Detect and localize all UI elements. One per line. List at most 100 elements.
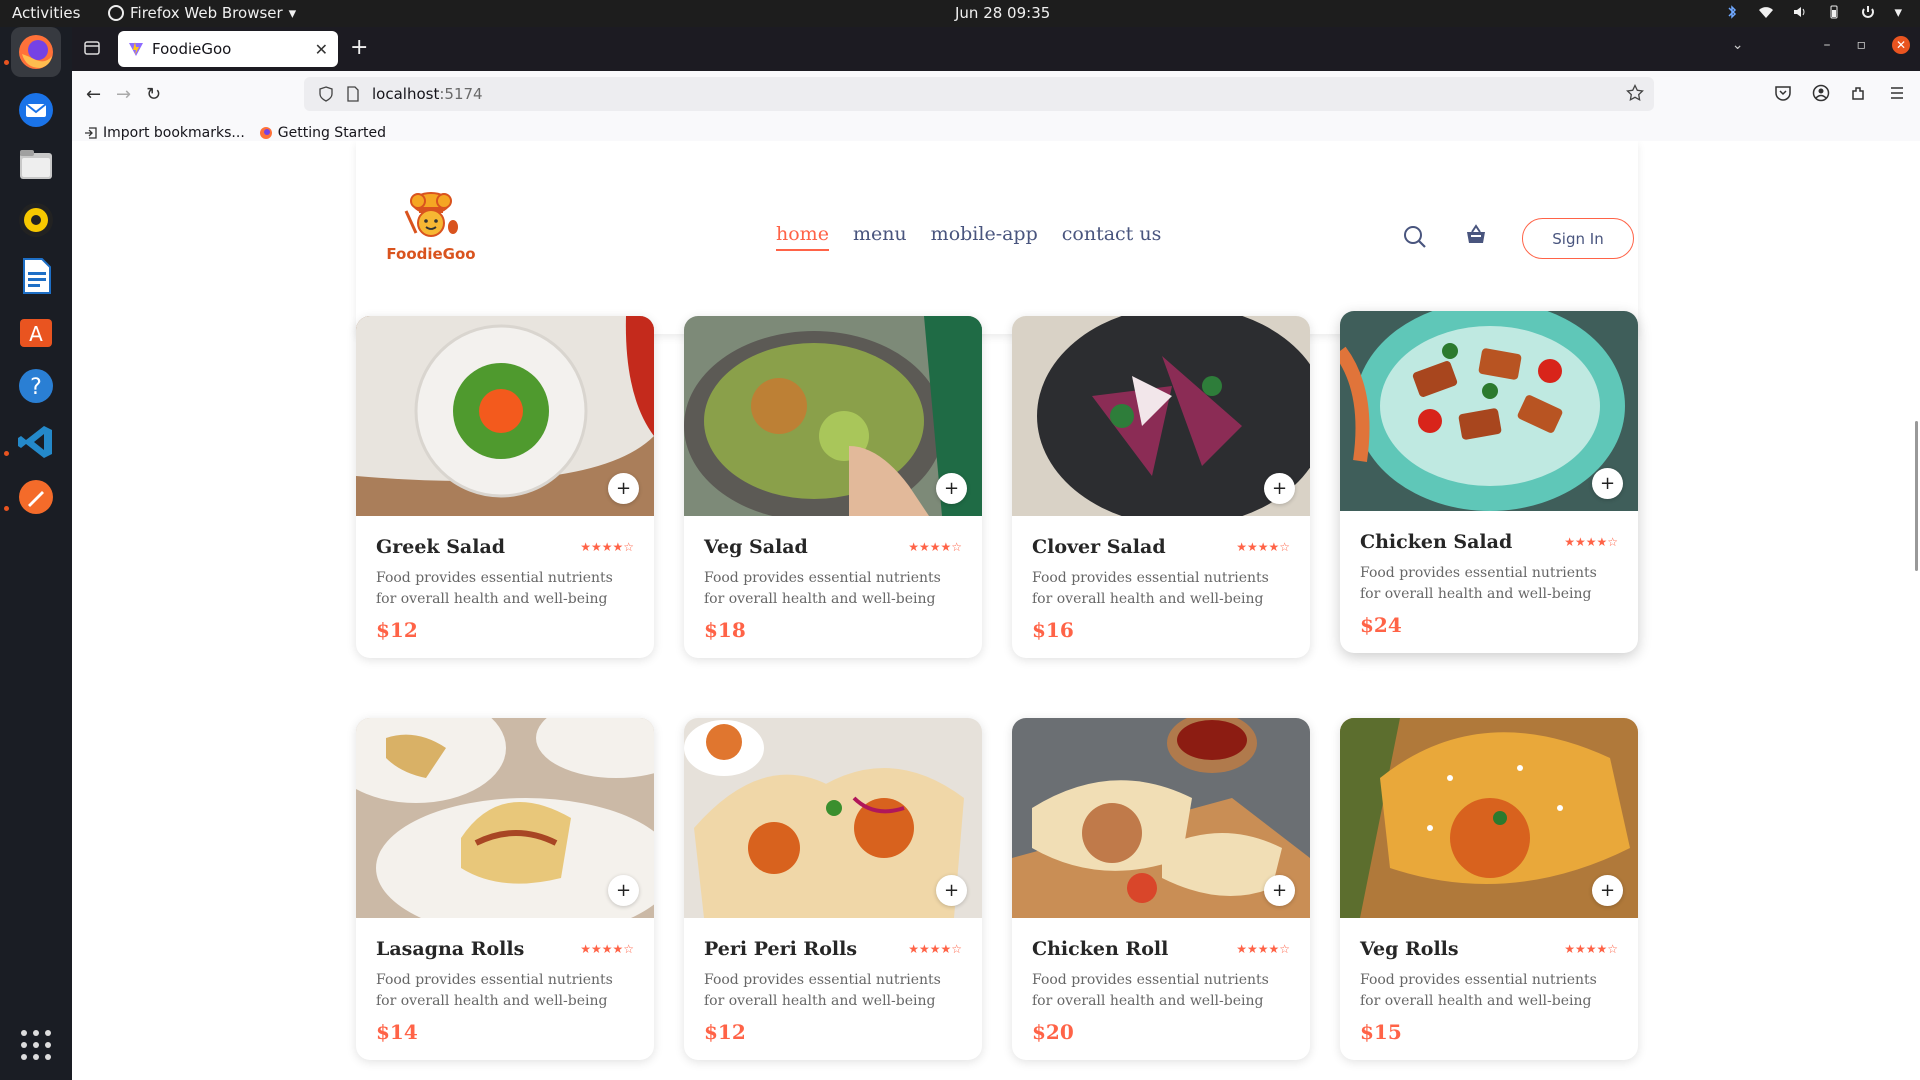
clock[interactable]: Jun 28 09:35 [955, 4, 1050, 22]
food-image: + [356, 316, 654, 516]
basket-icon[interactable] [1464, 223, 1488, 247]
page-viewport: FoodieGoo home menu mobile-app contact u… [72, 141, 1920, 1080]
power-icon [1862, 6, 1875, 18]
rating-stars: ★★★★☆ [1236, 540, 1290, 554]
activities-button[interactable]: Activities [12, 4, 80, 22]
food-image: + [356, 718, 654, 918]
card-body: Chicken Salad ★★★★☆ Food provides essent… [1340, 511, 1638, 653]
tab-foodiegoo[interactable]: FoodieGoo ✕ [118, 31, 338, 67]
add-to-cart-button[interactable]: + [1264, 473, 1295, 504]
food-name: Lasagna Rolls [376, 938, 525, 960]
extensions-icon[interactable] [1850, 84, 1868, 102]
software-dock-icon[interactable]: A [11, 306, 61, 356]
add-to-cart-button[interactable]: + [608, 875, 639, 906]
import-icon [85, 126, 97, 139]
close-tab-icon[interactable]: ✕ [315, 40, 328, 59]
bookmark-star-icon[interactable] [1626, 84, 1644, 102]
rating-stars: ★★★★☆ [580, 942, 634, 956]
search-icon[interactable] [1403, 225, 1427, 249]
pocket-icon[interactable] [1774, 84, 1792, 102]
food-name: Chicken Salad [1360, 531, 1513, 553]
bookmark-getting-started[interactable]: Getting Started [259, 125, 386, 141]
bookmark-label: Import bookmarks... [103, 124, 245, 141]
browser-window: FoodieGoo ✕ + ⌄ – ▫ ✕ ← → ↻ localhost:51… [72, 27, 1920, 147]
shield-icon[interactable] [318, 86, 334, 102]
add-to-cart-button[interactable]: + [936, 875, 967, 906]
show-apps-button[interactable] [21, 1030, 51, 1060]
food-price: $15 [1360, 1020, 1402, 1044]
system-top-bar: Activities Firefox Web Browser ▾ Jun 28 … [0, 0, 1920, 27]
add-to-cart-button[interactable]: + [608, 473, 639, 504]
bookmark-import[interactable]: Import bookmarks... [84, 125, 245, 141]
food-card[interactable]: + Chicken Salad ★★★★☆ Food provides esse… [1340, 311, 1638, 653]
food-description: Food provides essential nutrients for ov… [704, 570, 941, 607]
nav-contact-us[interactable]: contact us [1062, 223, 1162, 251]
help-dock-icon[interactable]: ? [11, 361, 61, 411]
firefox-icon [108, 5, 124, 21]
food-image: + [1340, 718, 1638, 918]
food-name: Greek Salad [376, 536, 506, 558]
firefox-dock-icon[interactable] [11, 27, 61, 77]
vscode-dock-icon[interactable] [11, 417, 61, 467]
firefox-view-icon[interactable] [82, 38, 102, 58]
page-icon[interactable] [346, 86, 360, 102]
chevron-down-icon: ▾ [288, 4, 297, 22]
reload-icon[interactable]: ↻ [146, 84, 161, 105]
wifi-icon [1759, 7, 1774, 18]
food-description: Food provides essential nutrients for ov… [376, 972, 613, 1009]
account-icon[interactable] [1812, 84, 1830, 102]
food-description: Food provides essential nutrients for ov… [1360, 972, 1597, 1009]
rating-stars: ★★★★☆ [908, 942, 962, 956]
add-to-cart-button[interactable]: + [1264, 875, 1295, 906]
app-menu[interactable]: Firefox Web Browser ▾ [108, 4, 296, 22]
food-card[interactable]: + Clover Salad ★★★★☆ Food provides essen… [1012, 316, 1310, 658]
close-window-button[interactable]: ✕ [1892, 36, 1910, 54]
back-arrow-icon[interactable]: ← [86, 84, 101, 105]
running-indicator [4, 506, 9, 511]
sign-in-button[interactable]: Sign In [1522, 218, 1634, 259]
food-card[interactable]: + Lasagna Rolls ★★★★☆ Food provides esse… [356, 718, 654, 1060]
app-menu-label: Firefox Web Browser [130, 4, 283, 22]
inkscape-dock-icon[interactable] [11, 472, 61, 522]
new-tab-button[interactable]: + [350, 35, 368, 60]
food-description: Food provides essential nutrients for ov… [1360, 565, 1597, 602]
card-body: Clover Salad ★★★★☆ Food provides essenti… [1012, 516, 1310, 658]
maximize-button[interactable]: ▫ [1857, 37, 1867, 53]
add-to-cart-button[interactable]: + [1592, 875, 1623, 906]
nav-home[interactable]: home [776, 223, 829, 251]
rating-stars: ★★★★☆ [1564, 942, 1618, 956]
food-description: Food provides essential nutrients for ov… [1032, 972, 1269, 1009]
rhythmbox-dock-icon[interactable] [11, 195, 61, 245]
add-to-cart-button[interactable]: + [1592, 468, 1623, 499]
food-card[interactable]: + Chicken Roll ★★★★☆ Food provides essen… [1012, 718, 1310, 1060]
firefox-icon [259, 126, 272, 139]
thunderbird-dock-icon[interactable] [11, 85, 61, 135]
list-tabs-icon[interactable]: ⌄ [1732, 37, 1744, 53]
food-card[interactable]: + Veg Salad ★★★★☆ Food provides essentia… [684, 316, 982, 658]
url-bar[interactable]: localhost:5174 [304, 77, 1654, 111]
food-card[interactable]: + Peri Peri Rolls ★★★★☆ Food provides es… [684, 718, 982, 1060]
logo[interactable]: FoodieGoo [386, 189, 476, 263]
hamburger-menu-icon[interactable] [1888, 84, 1906, 102]
food-card[interactable]: + Veg Rolls ★★★★☆ Food provides essentia… [1340, 718, 1638, 1060]
files-dock-icon[interactable] [11, 140, 61, 190]
chef-logo-icon [404, 192, 458, 237]
battery-icon [1830, 5, 1838, 19]
rating-stars: ★★★★☆ [580, 540, 634, 554]
running-indicator [4, 60, 9, 65]
nav-menu[interactable]: menu [853, 223, 907, 251]
food-card[interactable]: + Greek Salad ★★★★☆ Food provides essent… [356, 316, 654, 658]
rating-stars: ★★★★☆ [908, 540, 962, 554]
page-scrollbar[interactable] [1915, 421, 1918, 571]
system-tray[interactable]: ▾ [1724, 3, 1902, 21]
food-image: + [1012, 316, 1310, 516]
nav-mobile-app[interactable]: mobile-app [931, 223, 1038, 251]
forward-arrow-icon[interactable]: → [116, 84, 131, 105]
rating-stars: ★★★★☆ [1236, 942, 1290, 956]
food-price: $12 [376, 618, 418, 642]
window-controls: ⌄ – ▫ ✕ [1732, 36, 1910, 54]
chevron-down-icon: ▾ [1894, 3, 1902, 21]
writer-dock-icon[interactable] [11, 251, 61, 301]
add-to-cart-button[interactable]: + [936, 473, 967, 504]
minimize-button[interactable]: – [1824, 37, 1831, 53]
